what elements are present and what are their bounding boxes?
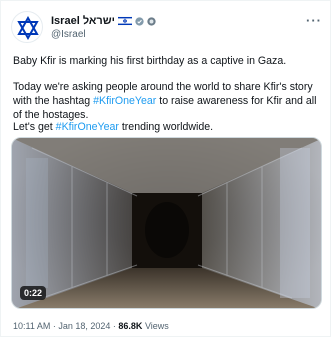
tweet-meta: 10:11 AM · Jan 18, 2024 · 86.8K Views xyxy=(13,321,169,331)
tweet-header: Israel ישראל @Israel ··· xyxy=(11,11,322,45)
timestamp[interactable]: 10:11 AM · Jan 18, 2024 · xyxy=(13,321,118,331)
tweet-paragraph-3: Let's get #KfirOneYear trending worldwid… xyxy=(13,120,323,134)
name-row: Israel ישראל xyxy=(51,14,156,28)
hashtag-link[interactable]: #KfirOneYear xyxy=(56,121,119,133)
star-of-david-icon xyxy=(17,16,39,40)
tweet-paragraph-2: Today we're asking people around the wor… xyxy=(13,80,323,122)
video-duration-badge: 0:22 xyxy=(20,286,47,300)
avatar[interactable] xyxy=(11,11,43,43)
tunnel-video-frame xyxy=(12,138,321,308)
more-options-icon[interactable]: ··· xyxy=(306,13,322,28)
views-count: 86.8K xyxy=(118,321,143,331)
display-name[interactable]: Israel ישראל xyxy=(51,15,115,27)
handle[interactable]: @Israel xyxy=(51,29,86,40)
tweet-paragraph-1: Baby Kfir is marking his first birthday … xyxy=(13,55,287,67)
views-label: Views xyxy=(142,321,169,331)
verified-badge-icon[interactable] xyxy=(135,16,144,26)
hashtag-link[interactable]: #KfirOneYear xyxy=(93,95,156,107)
tweet-card: Israel ישראל @Israel ··· Baby Kfir is ma… xyxy=(0,0,331,337)
government-badge-icon[interactable] xyxy=(147,16,156,26)
paragraph-3-text-a: Let's get xyxy=(13,121,56,133)
video-player[interactable]: 0:22 xyxy=(11,137,322,309)
israel-flag-icon xyxy=(117,16,132,26)
paragraph-3-text-b: trending worldwide. xyxy=(118,121,214,133)
